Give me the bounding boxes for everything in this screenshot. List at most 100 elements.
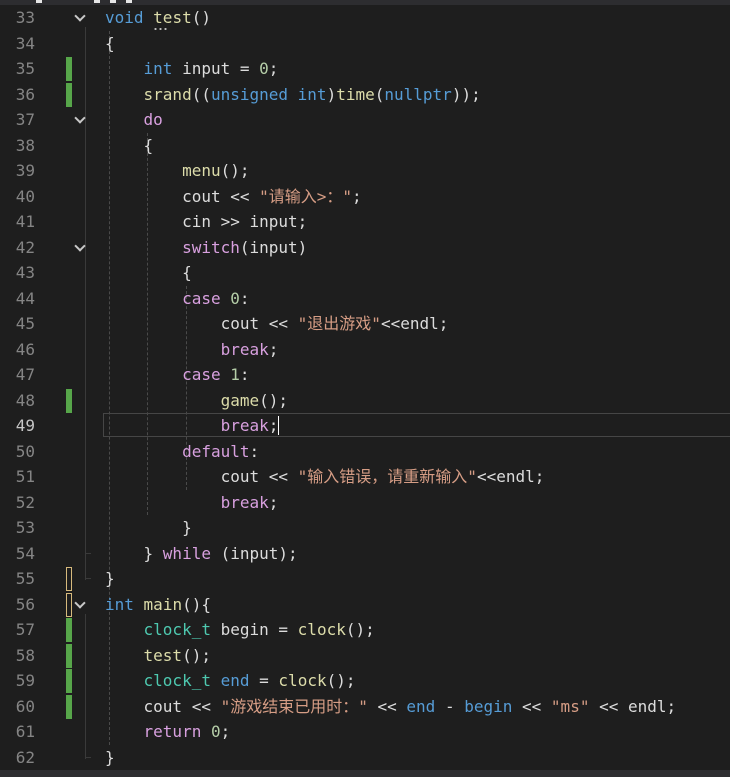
code-text[interactable]: do bbox=[105, 107, 163, 133]
code-text[interactable]: } bbox=[105, 515, 192, 541]
token: begin = bbox=[210, 620, 298, 639]
code-text[interactable]: int main(){ bbox=[105, 592, 211, 618]
line-number: 45 bbox=[15, 314, 35, 333]
fold-chevron-down-icon[interactable] bbox=[74, 112, 86, 124]
token-control: case bbox=[182, 365, 221, 384]
code-line[interactable]: 42 switch(input) bbox=[0, 235, 730, 261]
code-text[interactable]: test(); bbox=[105, 643, 211, 669]
token: (); bbox=[220, 161, 250, 180]
fold-chevron-down-icon[interactable] bbox=[74, 239, 86, 252]
line-number: 35 bbox=[15, 59, 35, 78]
code-line[interactable]: 34 { bbox=[0, 31, 730, 57]
code-text[interactable]: break; bbox=[105, 337, 279, 363]
code-text[interactable]: } bbox=[105, 566, 115, 592]
code-text[interactable]: cin >> input; bbox=[105, 209, 307, 235]
text-caret bbox=[278, 416, 279, 435]
code-line[interactable]: 45 cout << "退出游戏"<<endl; bbox=[0, 311, 730, 337]
horizontal-scrollbar[interactable] bbox=[0, 770, 730, 777]
code-text[interactable]: return 0; bbox=[105, 719, 231, 745]
line-number: 42 bbox=[15, 237, 35, 257]
unsaved-change-indicator bbox=[66, 592, 72, 617]
code-line[interactable]: 33 void test() bbox=[0, 5, 730, 31]
code-line[interactable]: 50 default: bbox=[0, 439, 730, 465]
token: (( bbox=[191, 84, 211, 104]
code-line[interactable]: 43 { bbox=[0, 260, 730, 286]
code-text[interactable]: clock_t end = clock(); bbox=[105, 668, 356, 694]
code-text[interactable]: clock_t begin = clock(); bbox=[105, 617, 375, 643]
code-line[interactable]: 40 cout << "请输入>："; bbox=[0, 184, 730, 210]
code-text[interactable]: { bbox=[105, 260, 192, 286]
code-text[interactable]: cout << "输入错误，请重新输入"<<endl; bbox=[105, 464, 545, 490]
line-number: 47 bbox=[15, 365, 35, 384]
code-text[interactable]: break; bbox=[105, 490, 279, 516]
token-keyword: end bbox=[220, 671, 250, 690]
code-line[interactable]: 41 cin >> input; bbox=[0, 209, 730, 235]
code-text[interactable]: void test() bbox=[105, 5, 211, 31]
token: ( bbox=[374, 84, 385, 104]
code-line[interactable]: 51 cout << "输入错误，请重新输入"<<endl; bbox=[0, 464, 730, 490]
code-line[interactable]: 61 return 0; bbox=[0, 719, 730, 745]
code-text[interactable]: game(); bbox=[105, 388, 288, 414]
fold-chevron-down-icon[interactable] bbox=[74, 10, 86, 22]
code-line[interactable]: 37 do bbox=[0, 107, 730, 133]
token-control: break bbox=[220, 416, 269, 435]
token-keyword: nullptr bbox=[384, 84, 452, 104]
code-text[interactable]: default: bbox=[105, 439, 259, 465]
line-number: 52 bbox=[15, 492, 35, 512]
code-line[interactable]: 35 int input = 0; bbox=[0, 56, 730, 82]
code-line[interactable]: 39 menu(); bbox=[0, 158, 730, 184]
token: << endl; bbox=[589, 696, 677, 716]
code-line[interactable]: 60 cout << "游戏结束已用时：" << end - begin << … bbox=[0, 694, 730, 720]
code-line[interactable]: 57 clock_t begin = clock(); bbox=[0, 617, 730, 643]
token: } bbox=[105, 543, 163, 563]
token: input = bbox=[172, 59, 260, 78]
code-line[interactable]: 55} bbox=[0, 566, 730, 592]
code-line[interactable]: 36 srand((unsigned int)time(nullptr)); bbox=[0, 82, 730, 108]
code-line[interactable]: 62} bbox=[0, 745, 730, 771]
token-number: 0 bbox=[210, 722, 221, 741]
code-line[interactable]: 38 { bbox=[0, 133, 730, 159]
code-line[interactable]: 48 game(); bbox=[0, 388, 730, 414]
change-indicator bbox=[66, 618, 72, 642]
code-line[interactable]: 53 } bbox=[0, 515, 730, 541]
code-text[interactable]: case 0: bbox=[105, 286, 250, 312]
code-line[interactable]: 59 clock_t end = clock(); bbox=[0, 668, 730, 694]
token: cout << bbox=[105, 696, 221, 716]
code-text[interactable]: int input = 0; bbox=[105, 56, 279, 82]
code-text[interactable]: } bbox=[105, 745, 115, 771]
fold-chevron-down-icon[interactable] bbox=[74, 596, 86, 609]
code-text[interactable]: break; bbox=[105, 413, 279, 439]
code-line[interactable]: 46 break; bbox=[0, 337, 730, 363]
token: : bbox=[239, 288, 250, 308]
code-line[interactable]: 54 } while (input); bbox=[0, 541, 730, 567]
code-text[interactable]: cout << "游戏结束已用时：" << end - begin << "ms… bbox=[105, 694, 677, 720]
code-text[interactable]: { bbox=[105, 133, 154, 159]
token-control: do bbox=[143, 110, 163, 129]
token: ; bbox=[268, 416, 279, 435]
token: { bbox=[105, 135, 154, 155]
code-text[interactable]: switch(input) bbox=[105, 235, 307, 261]
line-number: 61 bbox=[15, 722, 35, 741]
code-text[interactable]: { bbox=[105, 31, 115, 57]
code-line[interactable]: 44 case 0: bbox=[0, 286, 730, 312]
code-editor[interactable]: 33 void test() 34{35 int input = 0; 36 sran… bbox=[0, 5, 730, 770]
code-text[interactable]: case 1: bbox=[105, 362, 249, 388]
code-text[interactable]: cout << "退出游戏"<<endl; bbox=[105, 311, 449, 337]
code-text[interactable]: menu(); bbox=[105, 158, 250, 184]
code-line[interactable]: 58 test(); bbox=[0, 643, 730, 669]
scroll-marker bbox=[36, 0, 42, 3]
code-line[interactable]: 56 int main(){ bbox=[0, 592, 730, 618]
code-text[interactable]: cout << "请输入>："; bbox=[105, 184, 362, 210]
code-line[interactable]: 52 break; bbox=[0, 490, 730, 516]
code-line[interactable]: 49 break; bbox=[0, 413, 730, 439]
line-number: 44 bbox=[15, 288, 35, 308]
code-line[interactable]: 47 case 1: bbox=[0, 362, 730, 388]
code-text[interactable]: } while (input); bbox=[105, 541, 298, 567]
token: ; bbox=[268, 339, 279, 359]
line-number: 36 bbox=[15, 84, 35, 104]
code-text[interactable]: srand((unsigned int)time(nullptr)); bbox=[105, 82, 481, 108]
